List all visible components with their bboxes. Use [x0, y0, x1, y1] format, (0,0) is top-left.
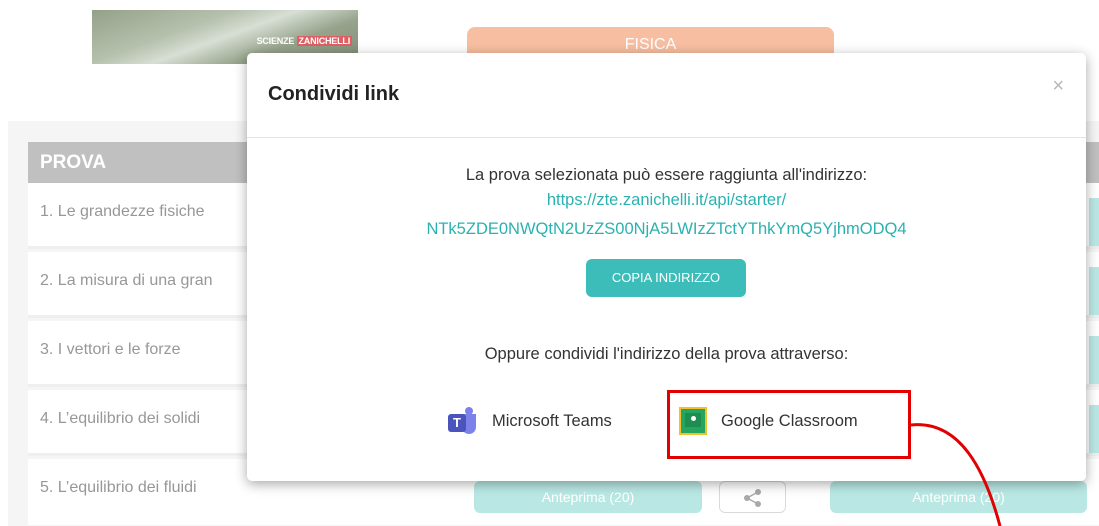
test-link-line-2[interactable]: NTk5ZDE0NWQtN2UzZS00NjA5LWIzZTctYThkYmQ5…	[247, 220, 1086, 239]
modal-header: Condividi link ×	[247, 53, 1086, 138]
teams-label: Microsoft Teams	[492, 411, 612, 430]
intro-text: La prova selezionata può essere raggiunt…	[465, 166, 868, 184]
close-icon[interactable]: ×	[1052, 75, 1064, 98]
microsoft-teams-icon: T	[446, 406, 480, 436]
share-microsoft-teams-option[interactable]: T Microsoft Teams	[446, 401, 612, 441]
modal-title: Condividi link	[268, 83, 400, 105]
alternative-share-text: Oppure condividi l'indirizzo della prova…	[484, 345, 849, 363]
highlight-box	[667, 390, 911, 459]
copy-address-button[interactable]: COPIA INDIRIZZO	[586, 259, 746, 297]
test-link-line-1[interactable]: https://zte.zanichelli.it/api/starter/	[247, 191, 1086, 210]
